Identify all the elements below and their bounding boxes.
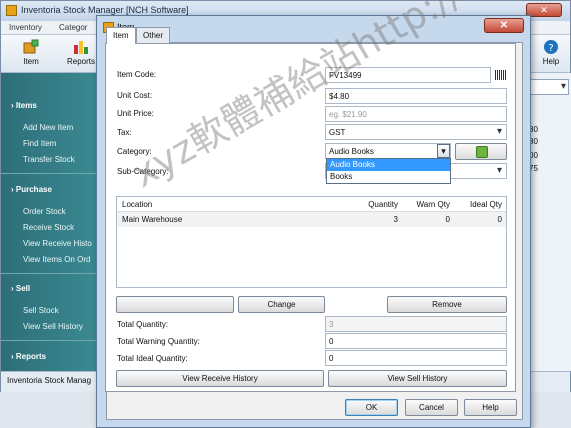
total-warning-quantity-label: Total Warning Quantity: (117, 337, 200, 346)
table-row[interactable]: Main Warehouse 3 0 0 (117, 212, 506, 227)
item-code-label: Item Code: (117, 70, 157, 79)
location-table: Location Quantity Warn Qty Ideal Qty Mai… (116, 196, 507, 288)
main-window-title: Inventoria Stock Manager [NCH Software] (21, 5, 189, 15)
barcode-icon[interactable] (495, 70, 507, 80)
sidebar-item-add-new-item[interactable]: Add New Item (23, 123, 73, 132)
toolbar-reports-label: Reports (66, 57, 95, 66)
sidebar-item-sell-stock[interactable]: Sell Stock (23, 306, 59, 315)
categories-icon (476, 146, 488, 158)
total-ideal-quantity-label: Total Ideal Quantity: (117, 354, 188, 363)
category-option-audio-books[interactable]: Audio Books (327, 159, 450, 171)
edit-categories-button[interactable] (455, 143, 507, 160)
sidebar-section-items-label: Items (15, 101, 37, 110)
dialog-close-button[interactable]: ✕ (484, 18, 524, 33)
toolbar-help-label: Help (542, 57, 560, 66)
unit-price-field[interactable]: eg. $21.90 (325, 106, 507, 122)
ideal-qty-cell: 0 (497, 215, 502, 224)
tax-dropdown[interactable]: GST (325, 124, 507, 140)
chevron-down-icon[interactable]: ▾ (437, 144, 450, 158)
help-icon: ? (544, 40, 558, 54)
main-close-button[interactable]: ✕ (526, 3, 562, 17)
sidebar-section-reports[interactable]: › Reports (11, 352, 46, 361)
toolbar-reports-button[interactable]: Reports (61, 37, 101, 71)
unit-price-label: Unit Price: (117, 109, 154, 118)
total-quantity-label: Total Quantity: (117, 320, 169, 329)
view-receive-history-button[interactable]: View Receive History (116, 370, 324, 387)
tab-other[interactable]: Other (136, 27, 171, 43)
column-header-quantity[interactable]: Quantity (357, 197, 402, 212)
toolbar-help-button[interactable]: ? Help (531, 37, 571, 71)
sidebar-item-view-receive-history[interactable]: View Receive Histo (23, 239, 92, 248)
ok-button[interactable]: OK (345, 399, 398, 416)
view-sell-history-button[interactable]: View Sell History (328, 370, 507, 387)
location-cell: Main Warehouse (122, 215, 183, 224)
menu-inventory[interactable]: Inventory (9, 23, 42, 32)
sidebar-section-purchase[interactable]: › Purchase (11, 185, 52, 194)
sidebar-section-purchase-label: Purchase (15, 185, 52, 194)
unit-cost-label: Unit Cost: (117, 91, 153, 100)
toolbar-item-button[interactable]: Item (11, 37, 51, 71)
app-icon (6, 5, 17, 16)
sidebar-section-reports-label: Reports (15, 352, 47, 361)
help-button[interactable]: Help (464, 399, 517, 416)
sidebar-item-view-items-on-order[interactable]: View Items On Ord (23, 255, 90, 264)
category-dropdown-list: Audio Books Books (326, 158, 451, 184)
column-header-ideal-qty[interactable]: Ideal Qty (454, 197, 506, 212)
total-quantity-field: 3 (325, 316, 507, 332)
status-text: Inventoria Stock Manag (7, 376, 92, 385)
tax-label: Tax: (117, 128, 132, 137)
sidebar-section-sell-label: Sell (15, 284, 31, 293)
column-header-location[interactable]: Location (117, 197, 357, 212)
sidebar-item-order-stock[interactable]: Order Stock (23, 207, 66, 216)
sidebar-divider (1, 340, 98, 341)
category-dropdown[interactable]: Audio Books (325, 143, 451, 159)
item-icon (23, 39, 39, 54)
total-ideal-quantity-field[interactable]: 0 (325, 350, 507, 366)
right-panel-dropdown[interactable] (525, 79, 569, 95)
change-button[interactable]: Change (238, 296, 325, 313)
svg-text:?: ? (548, 43, 553, 54)
sidebar-item-view-sell-history[interactable]: View Sell History (23, 322, 83, 331)
quantity-cell: 3 (393, 215, 398, 224)
toolbar-item-label: Item (23, 57, 39, 66)
sidebar-divider (1, 273, 98, 274)
sidebar-section-items[interactable]: › Items (11, 101, 37, 110)
tab-item[interactable]: Item (106, 27, 136, 44)
warn-qty-cell: 0 (445, 215, 450, 224)
sidebar-section-sell[interactable]: › Sell (11, 284, 30, 293)
cancel-button[interactable]: Cancel (405, 399, 458, 416)
sidebar-item-transfer-stock[interactable]: Transfer Stock (23, 155, 75, 164)
column-header-warn-qty[interactable]: Warn Qty (402, 197, 454, 212)
unit-cost-field[interactable]: $4.80 (325, 88, 507, 104)
sidebar-divider (1, 173, 98, 174)
total-warning-quantity-field[interactable]: 0 (325, 333, 507, 349)
add-location-button[interactable] (116, 296, 234, 313)
menu-categories[interactable]: Categor (59, 23, 87, 32)
sidebar-item-receive-stock[interactable]: Receive Stock (23, 223, 74, 232)
sidebar-item-find-item[interactable]: Find Item (23, 139, 56, 148)
sidebar: › Items Add New Item Find Item Transfer … (1, 73, 98, 371)
remove-button[interactable]: Remove (387, 296, 507, 313)
category-option-books[interactable]: Books (327, 171, 450, 183)
reports-icon (74, 41, 88, 54)
